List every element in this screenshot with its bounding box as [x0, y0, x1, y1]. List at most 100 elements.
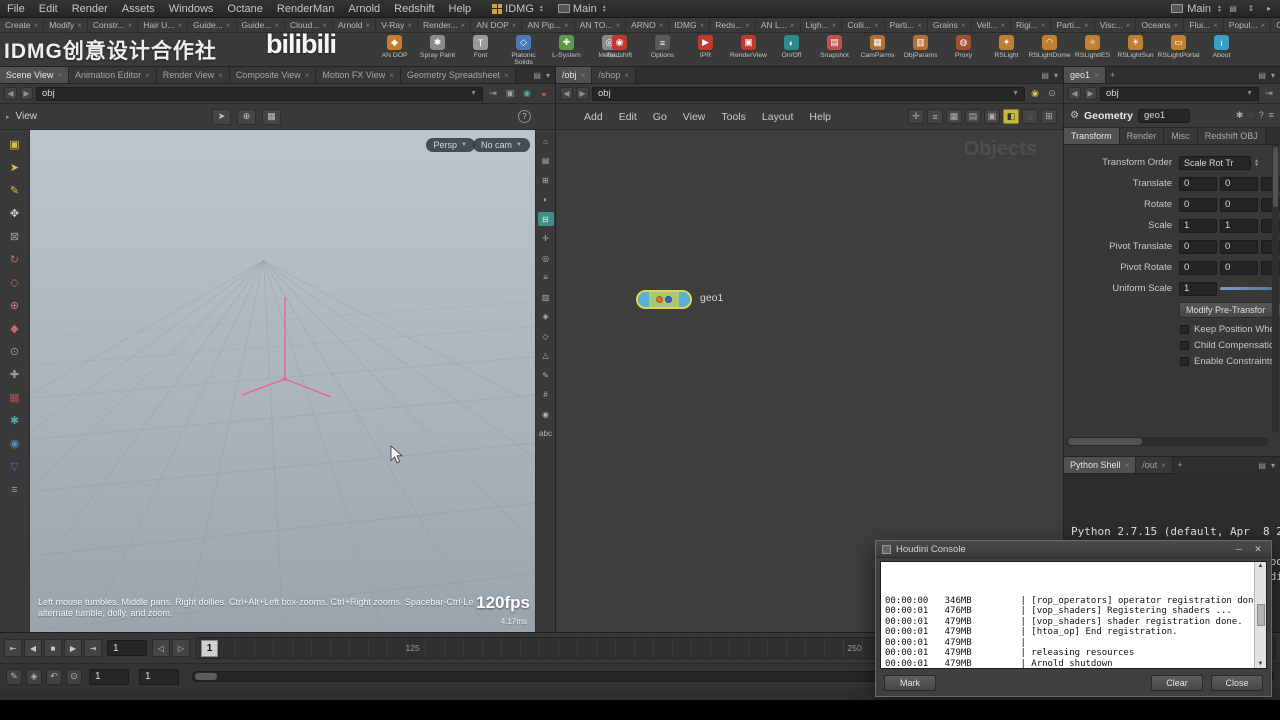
pane-menu-icon[interactable]: ▾ — [1271, 71, 1275, 80]
close-icon[interactable]: × — [1126, 21, 1131, 30]
display-option-icon[interactable]: ≡ — [538, 271, 554, 285]
shelf-tool[interactable]: ≡ Options — [641, 33, 684, 67]
close-icon[interactable]: × — [305, 71, 310, 80]
close-icon[interactable]: × — [407, 21, 412, 30]
close-icon[interactable]: × — [874, 21, 879, 30]
close-icon[interactable]: × — [745, 21, 750, 30]
viewport-tool-icon[interactable]: ▣ — [6, 136, 23, 153]
viewport-tool-icon[interactable]: ✱ — [6, 412, 23, 429]
param-tab[interactable]: Redshift OBJ — [1197, 128, 1266, 144]
pane-menu-icon[interactable]: ▾ — [1271, 461, 1275, 470]
shelf-tool[interactable]: ☀ RSLightSun — [1114, 33, 1157, 67]
viewport-tool-icon[interactable]: ◆ — [6, 320, 23, 337]
shelf-tab[interactable]: Popul... × — [1224, 18, 1272, 32]
shelf-tab[interactable]: Constr... × — [88, 18, 139, 32]
display-option-icon[interactable]: ◉ — [538, 407, 554, 421]
close-icon[interactable]: × — [1041, 21, 1046, 30]
expand-icon[interactable]: ⇕ — [1244, 2, 1258, 15]
chevron-down-icon[interactable]: ▼ — [1246, 90, 1253, 97]
shelf-tool[interactable]: ◉ Redshift — [598, 33, 641, 67]
viewport-tool-icon[interactable]: ↻ — [6, 251, 23, 268]
pane-tab[interactable]: /shop × — [592, 67, 636, 83]
scroll-up-icon[interactable]: ▲ — [1258, 563, 1264, 569]
pane-layout-icon[interactable]: ▤ — [533, 71, 541, 80]
thumbnail-view-icon[interactable]: ▤ — [965, 109, 981, 124]
param-tab[interactable]: Transform — [1064, 128, 1120, 144]
node-name-label[interactable]: geo1 — [700, 292, 723, 304]
more-icon[interactable]: ▸ — [1262, 2, 1276, 15]
param-field-x[interactable]: 1 — [1179, 218, 1217, 233]
clear-button[interactable]: Clear — [1151, 675, 1203, 691]
display-option-icon[interactable]: ▥ — [538, 290, 554, 304]
mark-button[interactable]: Mark — [884, 675, 936, 691]
viewport-tool-icon[interactable]: ✚ — [6, 366, 23, 383]
layout-icon[interactable]: ▤ — [1226, 2, 1240, 15]
shelf-tab[interactable]: Rigi... × — [1011, 18, 1052, 32]
forward-icon[interactable]: ▶ — [576, 87, 589, 100]
shelf-tool[interactable]: ✦ RSLight — [985, 33, 1028, 67]
modify-pretransform-button[interactable]: Modify Pre-Transfor — [1179, 302, 1280, 318]
pane-layout-icon[interactable]: ▤ — [1258, 461, 1266, 470]
close-icon[interactable]: × — [832, 21, 837, 30]
shelf-tool[interactable]: ▥ ObjParams — [899, 33, 942, 67]
asterisk-icon[interactable]: ✱ — [1236, 110, 1244, 121]
keyframe-icon[interactable]: ✎ — [6, 668, 22, 685]
console-title-bar[interactable]: Houdini Console ─ ✕ — [876, 541, 1271, 558]
close-icon[interactable]: × — [917, 21, 922, 30]
network-menu-item[interactable]: View — [675, 111, 714, 123]
sync-icon[interactable]: ⊙ — [1045, 87, 1059, 101]
close-icon[interactable]: × — [1161, 461, 1166, 470]
vertical-scrollbar[interactable] — [1272, 145, 1279, 433]
gear-icon[interactable]: ⚙ — [1070, 110, 1079, 121]
param-field-y[interactable]: 1 — [1220, 218, 1258, 233]
main-desktop-selector[interactable]: Main ▲ ▼ — [557, 3, 607, 15]
display-option-icon[interactable]: △ — [538, 349, 554, 363]
loop-icon[interactable]: ↶ — [46, 668, 62, 685]
menu-item[interactable]: Assets — [115, 3, 162, 15]
param-field-y[interactable]: 0 — [1220, 239, 1258, 254]
color-palette-icon[interactable]: ◧ — [1003, 109, 1019, 124]
param-field-y[interactable]: 0 — [1220, 176, 1258, 191]
range-slider-thumb[interactable] — [195, 673, 217, 680]
shelf-tool[interactable]: ◇ Platonic Solids — [502, 33, 545, 67]
pane-tab[interactable]: Animation Editor × — [69, 67, 157, 83]
viewport-tool-icon[interactable]: ➤ — [6, 159, 23, 176]
shelf-tab[interactable]: AN DOP × — [471, 18, 523, 32]
back-icon[interactable]: ◀ — [560, 87, 573, 100]
add-tab-button[interactable]: + — [1173, 457, 1187, 473]
shelf-tool[interactable]: ◆ AN DOP — [373, 33, 416, 67]
grid-view-icon[interactable]: ▦ — [946, 109, 962, 124]
overview-icon[interactable]: ⊞ — [1041, 109, 1057, 124]
shelf-tab[interactable]: AN L... × — [756, 18, 801, 32]
current-frame-field[interactable]: 1 — [107, 640, 147, 656]
shelf-tool[interactable]: ◍ Proxy — [942, 33, 985, 67]
scrollbar-thumb[interactable] — [1068, 438, 1142, 445]
node-name-field[interactable]: geo1 — [1138, 108, 1190, 123]
select-objects-icon[interactable]: ➤ — [212, 108, 231, 125]
shelf-tool[interactable]: ▣ RenderView — [727, 33, 770, 67]
viewport-tool-icon[interactable]: ⊙ — [6, 343, 23, 360]
shelf-tab[interactable]: Create × — [0, 18, 45, 32]
viewport-tool-icon[interactable]: ▽ — [6, 458, 23, 475]
close-icon[interactable]: × — [624, 71, 629, 80]
node-body[interactable] — [649, 292, 679, 307]
search-icon[interactable]: ◌ — [1022, 109, 1038, 124]
shelf-tab[interactable]: Arnold × — [333, 18, 377, 32]
network-menu-item[interactable]: Go — [645, 111, 675, 123]
viewport-tool-icon[interactable]: ≡ — [6, 481, 23, 498]
shelf-tool[interactable]: ◐ On/Off — [770, 33, 813, 67]
realtime-icon[interactable]: ⊙ — [66, 668, 82, 685]
network-menu-item[interactable]: Help — [801, 111, 839, 123]
shelf-tab[interactable]: ARNO × — [626, 18, 670, 32]
shelf-tool[interactable]: T Font — [459, 33, 502, 67]
param-field-x[interactable]: 0 — [1179, 239, 1217, 254]
hint-icon[interactable]: ◉ — [1028, 87, 1042, 101]
node-display-flag[interactable] — [679, 292, 690, 307]
viewport-tool-icon[interactable]: ✎ — [6, 182, 23, 199]
pane-tab[interactable]: /obj × — [556, 67, 593, 83]
param-field-x[interactable]: 0 — [1179, 260, 1217, 275]
desktop-selector[interactable]: IDMG ▲ ▼ — [492, 3, 544, 15]
close-icon[interactable]: × — [1000, 21, 1005, 30]
back-icon[interactable]: ◀ — [1068, 87, 1081, 100]
display-option-icon[interactable]: ✎ — [538, 368, 554, 382]
